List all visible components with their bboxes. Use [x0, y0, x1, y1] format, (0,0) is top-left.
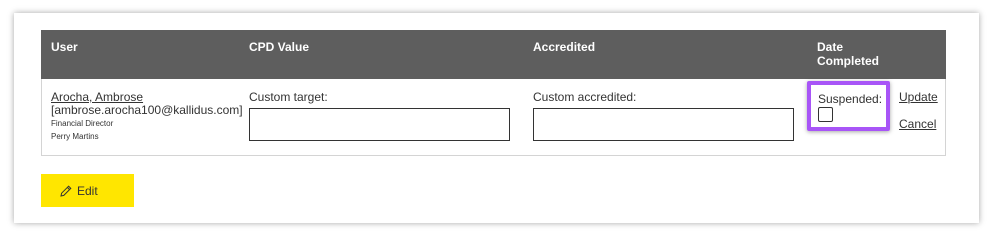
user-role: Financial Director: [51, 119, 114, 128]
custom-target-input[interactable]: [249, 108, 510, 141]
edit-button[interactable]: Edit: [41, 174, 134, 207]
header-date-completed-line1: Date: [817, 40, 844, 54]
table-row: Arocha, Ambrose [ambrose.arocha100@kalli…: [42, 79, 945, 156]
edit-button-label: Edit: [77, 184, 98, 198]
table-header: User CPD Value Accredited Date Completed: [41, 30, 946, 79]
custom-target-label: Custom target:: [249, 90, 328, 104]
pencil-icon: [59, 184, 73, 201]
header-cpd-value: CPD Value: [249, 40, 310, 54]
suspended-checkbox[interactable]: [818, 107, 833, 122]
user-cpd-table: User CPD Value Accredited Date Completed…: [41, 30, 946, 156]
user-company: Perry Martins: [51, 132, 99, 141]
suspended-highlight: Suspended:: [807, 81, 890, 131]
header-user: User: [51, 40, 78, 54]
header-date-completed-line2: Completed: [817, 54, 880, 68]
user-name-link[interactable]: Arocha, Ambrose: [51, 90, 143, 104]
cancel-link[interactable]: Cancel: [899, 117, 936, 131]
update-link[interactable]: Update: [899, 90, 938, 104]
edit-user-panel: User CPD Value Accredited Date Completed…: [14, 13, 979, 223]
custom-accredited-label: Custom accredited:: [533, 90, 637, 104]
suspended-label: Suspended:: [818, 92, 883, 106]
header-accredited: Accredited: [533, 40, 596, 54]
user-email: [ambrose.arocha100@kallidus.com]: [51, 103, 243, 117]
header-date-completed: Date Completed: [817, 40, 879, 68]
custom-accredited-input[interactable]: [533, 108, 794, 141]
